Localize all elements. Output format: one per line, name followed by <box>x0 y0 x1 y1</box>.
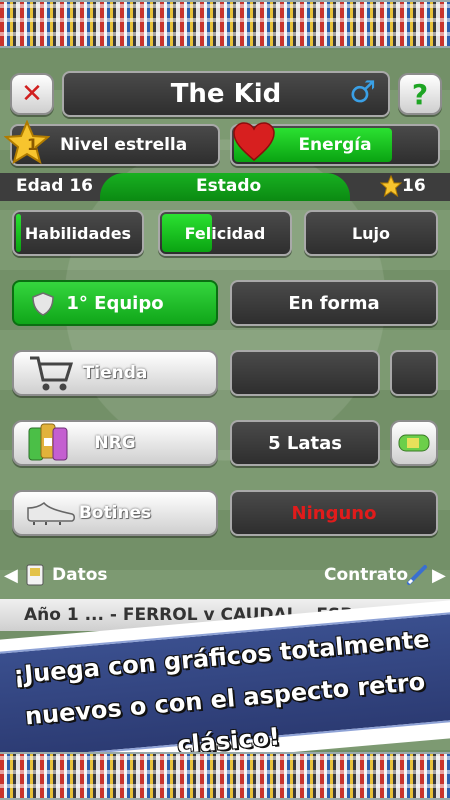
skills-bar-fill <box>16 214 21 252</box>
crowd-banner-top <box>0 0 450 48</box>
help-icon: ? <box>411 77 429 111</box>
player-name-panel: The Kid ♂ <box>62 71 390 117</box>
shop-slot-wide[interactable] <box>230 350 380 396</box>
happiness-label: Felicidad <box>184 223 266 243</box>
star-level-value: 1 <box>27 135 39 154</box>
form-label: En forma <box>288 292 380 314</box>
close-icon: ✕ <box>21 79 43 109</box>
heart-icon <box>233 122 275 161</box>
form-button[interactable]: En forma <box>230 280 438 326</box>
boots-button[interactable]: Botines <box>12 490 218 536</box>
pen-icon <box>407 565 427 585</box>
drink-can-icon <box>398 434 430 452</box>
chevron-right-icon[interactable]: ▶ <box>432 565 446 586</box>
shop-slot-small[interactable] <box>390 350 438 396</box>
chevron-left-icon[interactable]: ◀ <box>4 565 18 586</box>
luxury-button[interactable]: Lujo <box>304 210 438 256</box>
cans-count-label: 5 Latas <box>268 432 342 454</box>
age-label: Edad 16 <box>16 176 93 196</box>
energy-label: Energía <box>298 135 372 155</box>
drink-can-button[interactable] <box>390 420 438 466</box>
luxury-label: Lujo <box>351 223 391 243</box>
coin-star-icon <box>380 175 402 197</box>
football-boot-icon <box>27 502 75 525</box>
energy-drink-cans-icon <box>28 423 68 461</box>
shield-icon <box>32 292 54 316</box>
contract-nav-label[interactable]: Contrato <box>324 565 408 585</box>
boots-value-panel[interactable]: Ninguno <box>230 490 438 536</box>
nrg-label: NRG <box>94 433 136 453</box>
cans-count-button[interactable]: 5 Latas <box>230 420 380 466</box>
crowd-banner-bottom <box>0 752 450 800</box>
status-label: Estado <box>196 176 262 196</box>
skills-button[interactable]: Habilidades <box>12 210 144 256</box>
close-button[interactable]: ✕ <box>10 73 54 115</box>
shop-button[interactable]: Tienda <box>12 350 218 396</box>
first-team-button[interactable]: 1° Equipo <box>12 280 218 326</box>
boots-value: Ninguno <box>291 502 377 524</box>
player-name: The Kid <box>170 79 282 109</box>
coins-value: 16 <box>402 176 426 196</box>
boots-label: Botines <box>78 503 152 523</box>
shopping-cart-icon <box>30 356 74 391</box>
nrg-button[interactable]: NRG <box>12 420 218 466</box>
data-nav-label[interactable]: Datos <box>52 565 108 585</box>
data-card-icon <box>26 564 44 586</box>
happiness-button[interactable]: Felicidad <box>158 210 292 256</box>
skills-label: Habilidades <box>24 223 132 243</box>
help-button[interactable]: ? <box>398 73 442 115</box>
male-gender-icon: ♂ <box>349 75 376 110</box>
star-level-label: Nivel estrella <box>60 135 188 155</box>
shop-label: Tienda <box>82 363 148 383</box>
first-team-label: 1° Equipo <box>66 292 164 314</box>
